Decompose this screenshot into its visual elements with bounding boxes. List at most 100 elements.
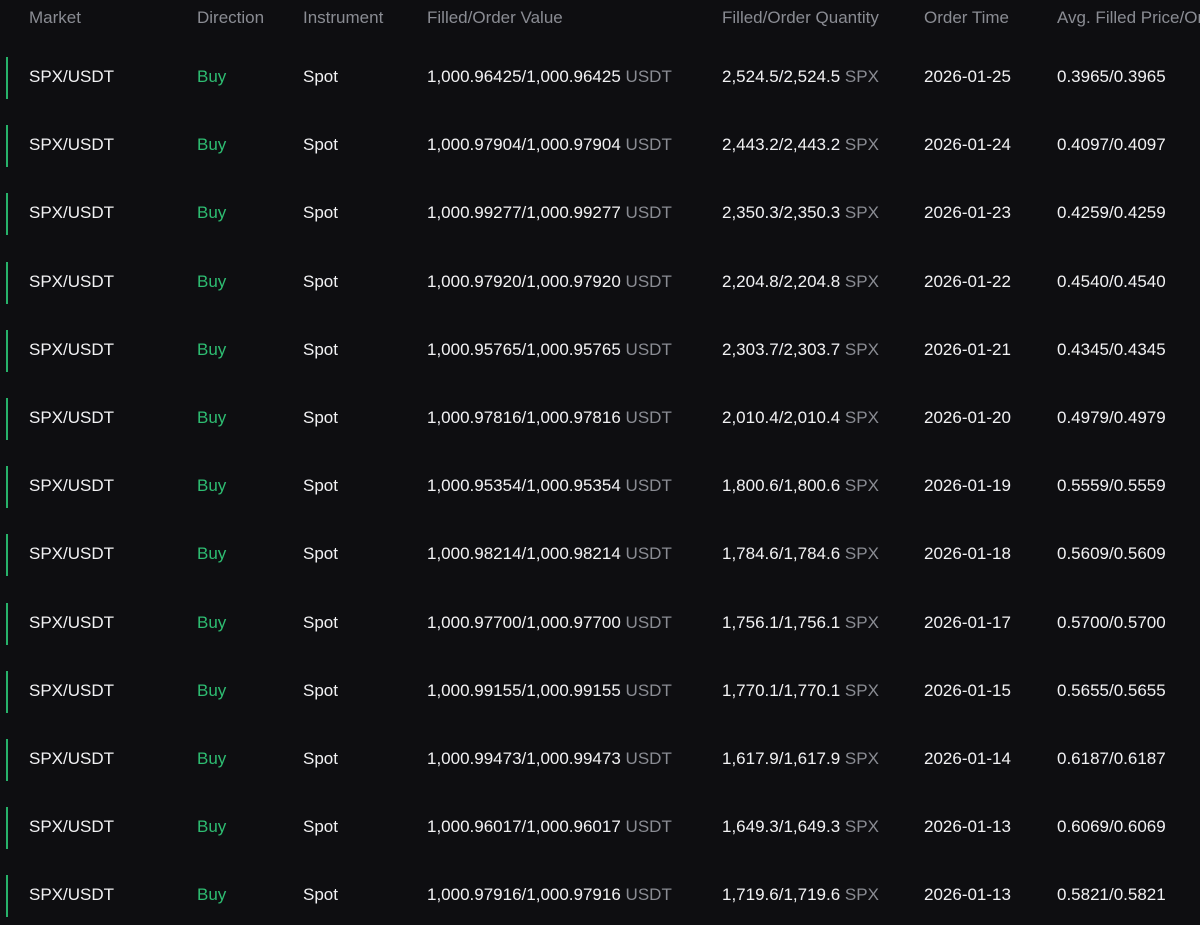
quantity-unit: SPX xyxy=(844,748,879,768)
value-unit: USDT xyxy=(625,203,672,223)
cell-quantity: 2,443.2/2,443.2 SPX xyxy=(722,135,879,155)
cell-value: 1,000.97700/1,000.97700 USDT xyxy=(427,613,672,633)
cell-instrument: Spot xyxy=(303,271,338,291)
column-header-market[interactable]: Market xyxy=(29,8,81,28)
cell-value: 1,000.95765/1,000.95765 USDT xyxy=(427,340,672,360)
table-row[interactable]: SPX/USDT Buy Spot 1,000.96425/1,000.96425 U… xyxy=(0,45,1200,113)
cell-value: 1,000.98214/1,000.98214 USDT xyxy=(427,544,672,564)
cell-price: 0.4979/0.4979 xyxy=(1057,407,1166,427)
cell-quantity: 1,649.3/1,649.3 SPX xyxy=(722,817,879,837)
quantity-amount: 2,524.5/2,524.5 xyxy=(722,67,841,86)
quantity-unit: SPX xyxy=(844,135,879,155)
column-header-quantity[interactable]: Filled/Order Quantity xyxy=(722,8,879,28)
column-header-order-time[interactable]: Order Time xyxy=(924,8,1009,28)
buy-indicator-bar xyxy=(6,329,8,372)
cell-market: SPX/USDT xyxy=(29,407,115,427)
cell-direction: Buy xyxy=(197,67,227,86)
table-row[interactable]: SPX/USDT Buy Spot 1,000.95765/1,000.95765 U… xyxy=(0,318,1200,386)
cell-order-time: 2026-01-17 xyxy=(924,612,1011,632)
cell-instrument: Spot xyxy=(303,67,338,86)
buy-indicator-bar xyxy=(6,193,8,236)
value-unit: USDT xyxy=(625,407,672,427)
cell-order-time: 2026-01-23 xyxy=(924,203,1011,223)
value-unit: USDT xyxy=(625,748,672,768)
quantity-amount: 1,800.6/1,800.6 xyxy=(722,476,841,496)
buy-indicator-bar xyxy=(6,57,8,99)
cell-instrument: Spot xyxy=(303,135,338,155)
value-amount: 1,000.95765/1,000.95765 xyxy=(427,339,621,359)
quantity-amount: 1,649.3/1,649.3 xyxy=(722,817,841,837)
buy-indicator-bar xyxy=(6,466,8,509)
cell-direction: Buy xyxy=(197,680,227,700)
value-amount: 1,000.99155/1,000.99155 xyxy=(427,680,621,700)
value-unit: USDT xyxy=(625,135,672,155)
value-unit: USDT xyxy=(625,271,672,291)
value-unit: USDT xyxy=(625,544,672,564)
cell-order-time: 2026-01-14 xyxy=(924,748,1011,768)
value-amount: 1,000.95354/1,000.95354 xyxy=(427,476,621,496)
cell-direction: Buy xyxy=(197,748,227,768)
buy-indicator-bar xyxy=(6,261,8,304)
cell-price: 0.4540/0.4540 xyxy=(1057,271,1166,291)
quantity-unit: SPX xyxy=(844,203,879,223)
value-amount: 1,000.99473/1,000.99473 xyxy=(427,748,621,768)
value-unit: USDT xyxy=(625,680,672,700)
cell-market: SPX/USDT xyxy=(29,680,115,700)
cell-value: 1,000.96425/1,000.96425 USDT xyxy=(427,67,672,87)
cell-price: 0.5700/0.5700 xyxy=(1057,612,1166,632)
cell-instrument: Spot xyxy=(303,817,338,837)
table-row[interactable]: SPX/USDT Buy Spot 1,000.96017/1,000.96017 U… xyxy=(0,795,1200,863)
column-header-price[interactable]: Avg. Filled Price/Order Price xyxy=(1057,8,1200,28)
cell-order-time: 2026-01-24 xyxy=(924,135,1011,155)
cell-direction: Buy xyxy=(197,407,227,427)
table-row[interactable]: SPX/USDT Buy Spot 1,000.97916/1,000.97916 U… xyxy=(0,863,1200,925)
table-row[interactable]: SPX/USDT Buy Spot 1,000.99277/1,000.99277 U… xyxy=(0,181,1200,249)
quantity-unit: SPX xyxy=(844,680,879,700)
quantity-unit: SPX xyxy=(844,67,879,86)
value-amount: 1,000.96425/1,000.96425 xyxy=(427,67,621,86)
table-row[interactable]: SPX/USDT Buy Spot 1,000.95354/1,000.95354 U… xyxy=(0,454,1200,522)
table-row[interactable]: SPX/USDT Buy Spot 1,000.99155/1,000.99155 U… xyxy=(0,659,1200,727)
value-amount: 1,000.98214/1,000.98214 xyxy=(427,544,621,564)
cell-direction: Buy xyxy=(197,203,227,223)
cell-instrument: Spot xyxy=(303,612,338,632)
table-header: Market Direction Instrument Filled/Order… xyxy=(0,0,1200,38)
cell-quantity: 2,303.7/2,303.7 SPX xyxy=(722,340,879,360)
cell-order-time: 2026-01-15 xyxy=(924,680,1011,700)
column-header-value[interactable]: Filled/Order Value xyxy=(427,8,563,28)
cell-quantity: 2,350.3/2,350.3 SPX xyxy=(722,203,879,223)
buy-indicator-bar xyxy=(6,875,8,918)
column-header-instrument[interactable]: Instrument xyxy=(303,8,383,28)
cell-instrument: Spot xyxy=(303,203,338,223)
quantity-unit: SPX xyxy=(844,271,879,291)
value-amount: 1,000.97920/1,000.97920 xyxy=(427,271,621,291)
cell-direction: Buy xyxy=(197,612,227,632)
cell-value: 1,000.99473/1,000.99473 USDT xyxy=(427,749,672,769)
column-header-direction[interactable]: Direction xyxy=(197,8,264,28)
value-amount: 1,000.97700/1,000.97700 xyxy=(427,612,621,632)
cell-quantity: 1,719.6/1,719.6 SPX xyxy=(722,885,879,905)
table-row[interactable]: SPX/USDT Buy Spot 1,000.97904/1,000.97904 U… xyxy=(0,113,1200,181)
cell-price: 0.4259/0.4259 xyxy=(1057,203,1166,223)
cell-market: SPX/USDT xyxy=(29,339,115,359)
cell-value: 1,000.99277/1,000.99277 USDT xyxy=(427,203,672,223)
table-row[interactable]: SPX/USDT Buy Spot 1,000.98214/1,000.98214 U… xyxy=(0,522,1200,590)
cell-quantity: 1,756.1/1,756.1 SPX xyxy=(722,613,879,633)
table-row[interactable]: SPX/USDT Buy Spot 1,000.97816/1,000.97816 U… xyxy=(0,386,1200,454)
value-unit: USDT xyxy=(625,612,672,632)
cell-value: 1,000.97904/1,000.97904 USDT xyxy=(427,135,672,155)
cell-order-time: 2026-01-22 xyxy=(924,271,1011,291)
quantity-unit: SPX xyxy=(844,885,879,905)
buy-indicator-bar xyxy=(6,534,8,577)
buy-indicator-bar xyxy=(6,397,8,440)
table-row[interactable]: SPX/USDT Buy Spot 1,000.97920/1,000.97920 U… xyxy=(0,250,1200,318)
cell-order-time: 2026-01-13 xyxy=(924,817,1011,837)
cell-quantity: 2,204.8/2,204.8 SPX xyxy=(722,272,879,292)
table-row[interactable]: SPX/USDT Buy Spot 1,000.99473/1,000.99473 U… xyxy=(0,727,1200,795)
cell-price: 0.6187/0.6187 xyxy=(1057,748,1166,768)
table-row[interactable]: SPX/USDT Buy Spot 1,000.97700/1,000.97700 U… xyxy=(0,591,1200,659)
cell-direction: Buy xyxy=(197,817,227,837)
cell-value: 1,000.97916/1,000.97916 USDT xyxy=(427,885,672,905)
buy-indicator-bar xyxy=(6,738,8,781)
cell-market: SPX/USDT xyxy=(29,748,115,768)
